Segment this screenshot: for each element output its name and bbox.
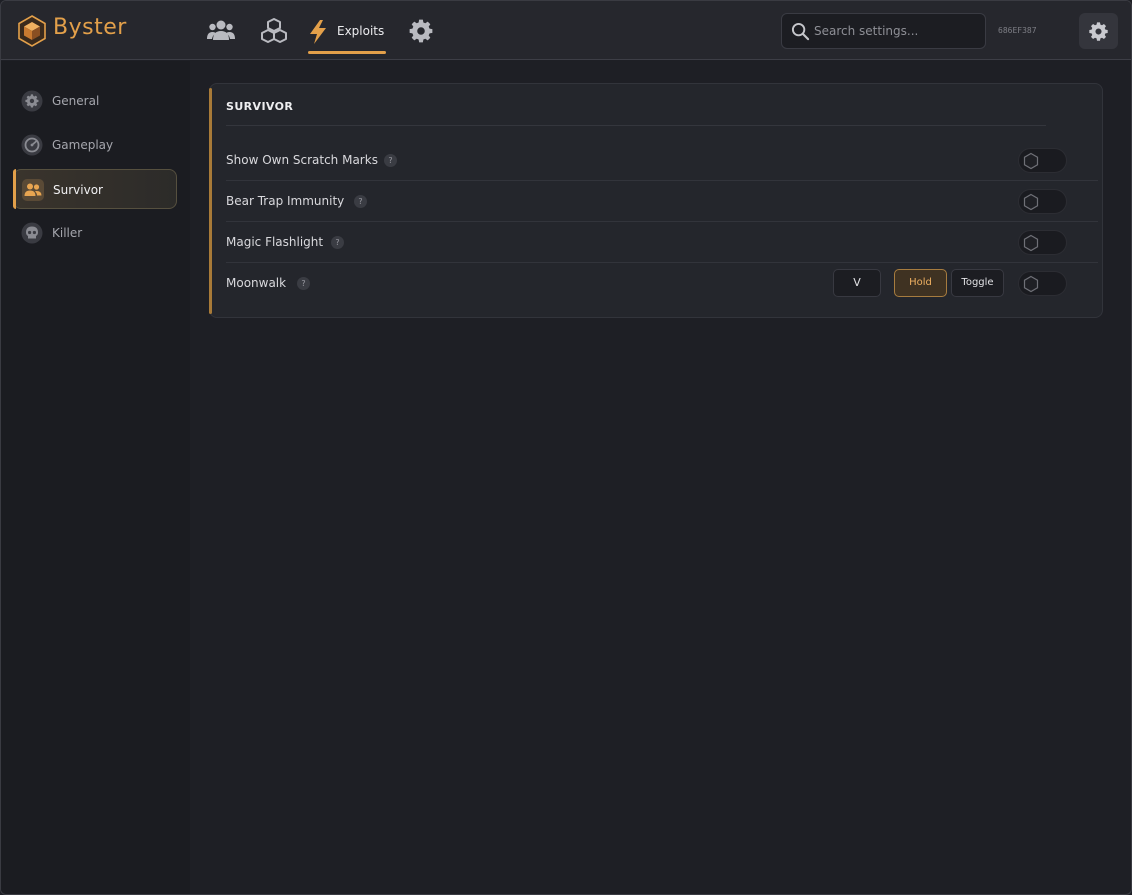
sidebar-item-killer[interactable]: Killer [13, 213, 177, 253]
mode-hold-button[interactable]: Hold [894, 269, 947, 297]
sidebar-item-survivor[interactable]: Survivor [13, 169, 177, 209]
panel-title: SURVIVOR [226, 100, 294, 113]
mode-toggle-button[interactable]: Toggle [951, 269, 1004, 297]
header: Byster Exploits Search settings... 686EF… [1, 1, 1131, 60]
users-icon [207, 20, 235, 40]
nav-users-tab[interactable] [207, 18, 235, 44]
hexagon-knob-icon [1023, 275, 1039, 293]
setting-label: Magic Flashlight [226, 235, 324, 249]
gear-icon [1089, 22, 1108, 41]
settings-button[interactable] [1079, 13, 1118, 49]
setting-row-magic-flashlight: Magic Flashlight ? [226, 222, 1098, 263]
nav-exploits-tab[interactable]: Exploits [307, 16, 386, 54]
sidebar: General Gameplay Survivor Killer [1, 61, 190, 894]
toggle-switch[interactable] [1018, 189, 1067, 214]
nav-exploits-label: Exploits [337, 24, 385, 38]
sidebar-item-gameplay[interactable]: Gameplay [13, 125, 177, 165]
toggle-switch[interactable] [1018, 271, 1067, 296]
help-icon[interactable]: ? [297, 277, 310, 290]
sidebar-item-general[interactable]: General [13, 81, 177, 121]
help-icon[interactable]: ? [331, 236, 344, 249]
sidebar-item-label: General [52, 94, 100, 108]
skull-icon [21, 222, 43, 244]
sidebar-item-label: Killer [52, 226, 83, 240]
survivor-settings-panel: SURVIVOR Show Own Scratch Marks ? Bear T… [209, 83, 1103, 318]
search-icon [791, 22, 810, 41]
gear-icon [21, 90, 43, 112]
app-window: Byster Exploits Search settings... 686EF… [0, 0, 1132, 895]
setting-label: Show Own Scratch Marks [226, 153, 378, 167]
hexagon-knob-icon [1023, 234, 1039, 252]
active-tab-indicator [308, 51, 386, 54]
divider [226, 125, 1046, 126]
toggle-switch[interactable] [1018, 148, 1067, 173]
gauge-icon [21, 134, 43, 156]
sidebar-item-label: Survivor [53, 183, 103, 197]
hexagon-knob-icon [1023, 193, 1039, 211]
setting-row-moonwalk: Moonwalk ? V Hold Toggle [226, 263, 1098, 304]
hexagon-knob-icon [1023, 152, 1039, 170]
gear-icon [409, 19, 433, 43]
byster-logo-icon [18, 15, 46, 47]
cubes-icon [261, 18, 287, 43]
sidebar-item-label: Gameplay [52, 138, 114, 152]
help-icon[interactable]: ? [384, 154, 397, 167]
lightning-icon [310, 20, 326, 44]
users-icon [22, 179, 44, 201]
search-box [781, 13, 986, 49]
setting-row-bear-trap-immunity: Bear Trap Immunity ? [226, 181, 1098, 222]
brand-name: Byster [53, 15, 127, 40]
nav-settings-tab[interactable] [407, 18, 435, 44]
nav-cubes-tab[interactable] [260, 18, 288, 44]
help-icon[interactable]: ? [354, 195, 367, 208]
keybind-button[interactable]: V [833, 269, 881, 297]
setting-label: Moonwalk [226, 276, 287, 290]
setting-label: Bear Trap Immunity [226, 194, 345, 208]
search-input[interactable] [814, 21, 979, 41]
hwid-label: 686EF387 [998, 26, 1037, 35]
setting-row-show-own-scratch-marks: Show Own Scratch Marks ? [226, 140, 1098, 181]
toggle-switch[interactable] [1018, 230, 1067, 255]
